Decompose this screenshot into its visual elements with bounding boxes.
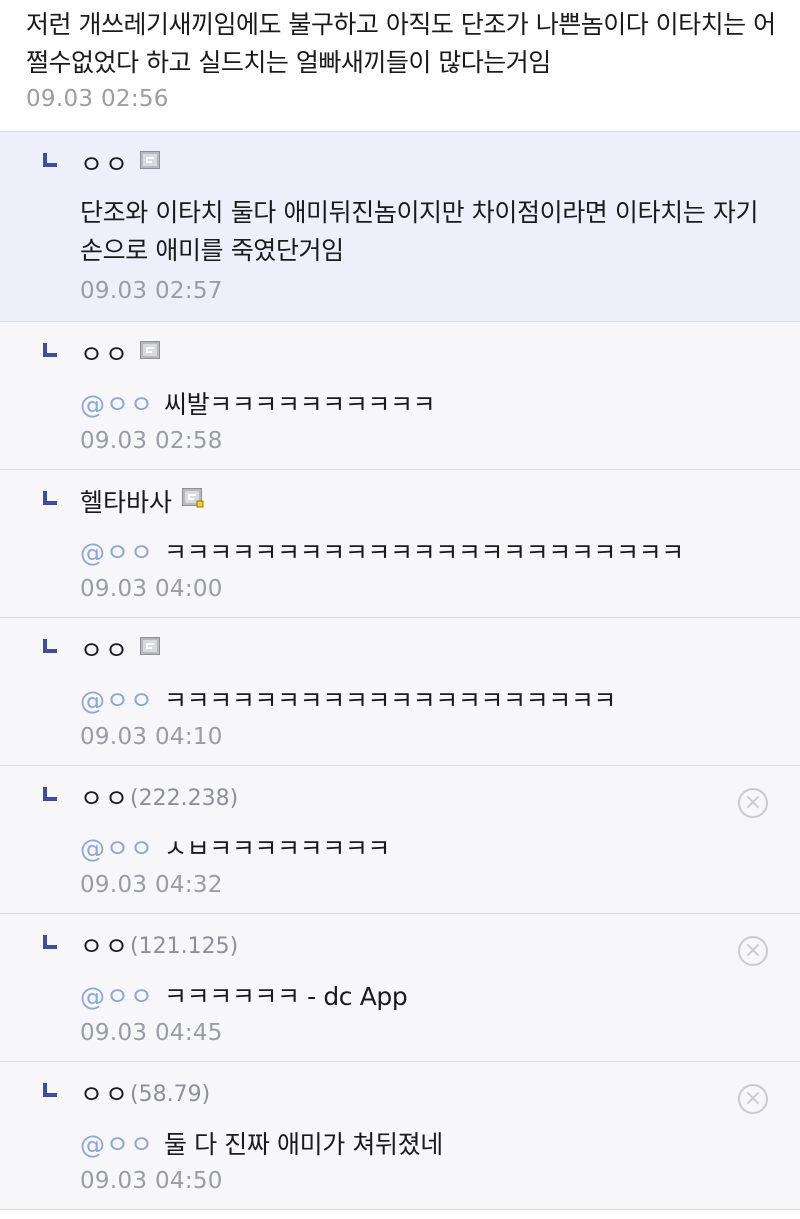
- reply-text: @ㅇㅇ ㅋㅋㅋㅋㅋㅋ - dc App: [80, 982, 408, 1011]
- nickname[interactable]: ㅇㅇ: [80, 782, 130, 816]
- nickname[interactable]: ㅇㅇ: [80, 1078, 130, 1112]
- reply-text: @ㅇㅇ ㅅㅂㅋㅋㅋㅋㅋㅋㅋㅋ: [80, 834, 391, 863]
- reply-text: @ㅇㅇ 씨발ㅋㅋㅋㅋㅋㅋㅋㅋㅋㅋ: [80, 390, 436, 419]
- mention-tag[interactable]: @ㅇㅇ: [80, 538, 154, 567]
- reply-author[interactable]: ㅇㅇ: [80, 634, 161, 668]
- reply-text: @ㅇㅇ 둘 다 진짜 애미가 쳐뒤졌네: [80, 1130, 443, 1159]
- reply-author[interactable]: ㅇㅇ (58.79): [80, 1078, 210, 1112]
- fixed-nick-gallog-icon[interactable]: [140, 637, 161, 655]
- reply-arrow-icon: [43, 491, 57, 505]
- reply-arrow-icon: [43, 787, 57, 801]
- reply-author[interactable]: ㅇㅇ: [80, 148, 161, 182]
- nickname[interactable]: ㅇㅇ: [80, 930, 130, 964]
- reply-author[interactable]: ㅇㅇ (121.125): [80, 930, 238, 964]
- ip-address: (222.238): [130, 786, 239, 811]
- reply-item: ㅇㅇ (58.79) × @ㅇㅇ 둘 다 진짜 애미가 쳐뒤졌네 09.03 04:…: [0, 1062, 800, 1210]
- nickname[interactable]: ㅇㅇ: [80, 634, 130, 668]
- reply-time: 09.03 02:57: [80, 278, 223, 304]
- delete-comment-button[interactable]: ×: [738, 1084, 768, 1114]
- reply-author[interactable]: ㅇㅇ (222.238): [80, 782, 238, 816]
- reply-text: 단조와 이타치 둘다 애미뒤진놈이지만 차이점이라면 이타치는 자기손으로 애미…: [80, 198, 759, 265]
- delete-comment-button[interactable]: ×: [738, 936, 768, 966]
- reply-item: ㅇㅇ @ㅇㅇ 씨발ㅋㅋㅋㅋㅋㅋㅋㅋㅋㅋ 09.03 02:58: [0, 322, 800, 470]
- reply-arrow-icon: [43, 935, 57, 949]
- reply-arrow-icon: [43, 343, 57, 357]
- reply-time: 09.03 04:45: [80, 1020, 223, 1046]
- reply-item: ㅇㅇ 단조와 이타치 둘다 애미뒤진놈이지만 차이점이라면 이타치는 자기손으로…: [0, 132, 800, 322]
- comment-text: 저런 개쓰레기새끼임에도 불구하고 아직도 단조가 나쁜놈이다 이타치는 어쩔수…: [26, 10, 776, 77]
- reply-time: 09.03 04:00: [80, 576, 223, 602]
- nickname[interactable]: ㅇㅇ: [80, 338, 130, 372]
- nickname[interactable]: 헬타바사: [80, 486, 172, 520]
- reply-time: 09.03 04:10: [80, 724, 223, 750]
- mention-tag[interactable]: @ㅇㅇ: [80, 982, 154, 1011]
- reply-item: ㅇㅇ (121.125) × @ㅇㅇ ㅋㅋㅋㅋㅋㅋ - dc App 09.03 0…: [0, 914, 800, 1062]
- reply-item: ㅇㅇ @ㅇㅇ ㅋㅋㅋㅋㅋㅋㅋㅋㅋㅋㅋㅋㅋㅋㅋㅋㅋㅋㅋㅋ 09.03 04:10: [0, 618, 800, 766]
- delete-comment-button[interactable]: ×: [738, 788, 768, 818]
- mention-tag[interactable]: @ㅇㅇ: [80, 390, 154, 419]
- reply-text: @ㅇㅇ ㅋㅋㅋㅋㅋㅋㅋㅋㅋㅋㅋㅋㅋㅋㅋㅋㅋㅋㅋㅋ: [80, 686, 617, 715]
- mention-tag[interactable]: @ㅇㅇ: [80, 686, 154, 715]
- mention-tag[interactable]: @ㅇㅇ: [80, 834, 154, 863]
- ip-address: (121.125): [130, 934, 239, 959]
- reply-arrow-icon: [43, 153, 57, 167]
- fixed-nick-gallog-icon[interactable]: [140, 341, 161, 359]
- fixed-nick-gallog-icon[interactable]: [140, 151, 161, 169]
- nickname[interactable]: ㅇㅇ: [80, 148, 130, 182]
- reply-time: 09.03 02:58: [80, 428, 223, 454]
- reply-item: 헬타바사 @ㅇㅇ ㅋㅋㅋㅋㅋㅋㅋㅋㅋㅋㅋㅋㅋㅋㅋㅋㅋㅋㅋㅋㅋㅋㅋ 09.03 04…: [0, 470, 800, 618]
- reply-time: 09.03 04:50: [80, 1168, 223, 1194]
- semi-fixed-nick-gallog-icon[interactable]: [182, 488, 204, 508]
- reply-author[interactable]: 헬타바사: [80, 486, 204, 520]
- ip-address: (58.79): [130, 1082, 211, 1107]
- reply-author[interactable]: ㅇㅇ: [80, 338, 161, 372]
- reply-time: 09.03 04:32: [80, 872, 223, 898]
- reply-arrow-icon: [43, 639, 57, 653]
- reply-item: ㅇㅇ (222.238) × @ㅇㅇ ㅅㅂㅋㅋㅋㅋㅋㅋㅋㅋ 09.03 04:32: [0, 766, 800, 914]
- reply-text: @ㅇㅇ ㅋㅋㅋㅋㅋㅋㅋㅋㅋㅋㅋㅋㅋㅋㅋㅋㅋㅋㅋㅋㅋㅋㅋ: [80, 538, 684, 567]
- reply-arrow-icon: [43, 1083, 57, 1097]
- parent-comment: 저런 개쓰레기새끼임에도 불구하고 아직도 단조가 나쁜놈이다 이타치는 어쩔수…: [0, 0, 800, 132]
- mention-tag[interactable]: @ㅇㅇ: [80, 1130, 154, 1159]
- comment-time: 09.03 02:56: [26, 86, 169, 112]
